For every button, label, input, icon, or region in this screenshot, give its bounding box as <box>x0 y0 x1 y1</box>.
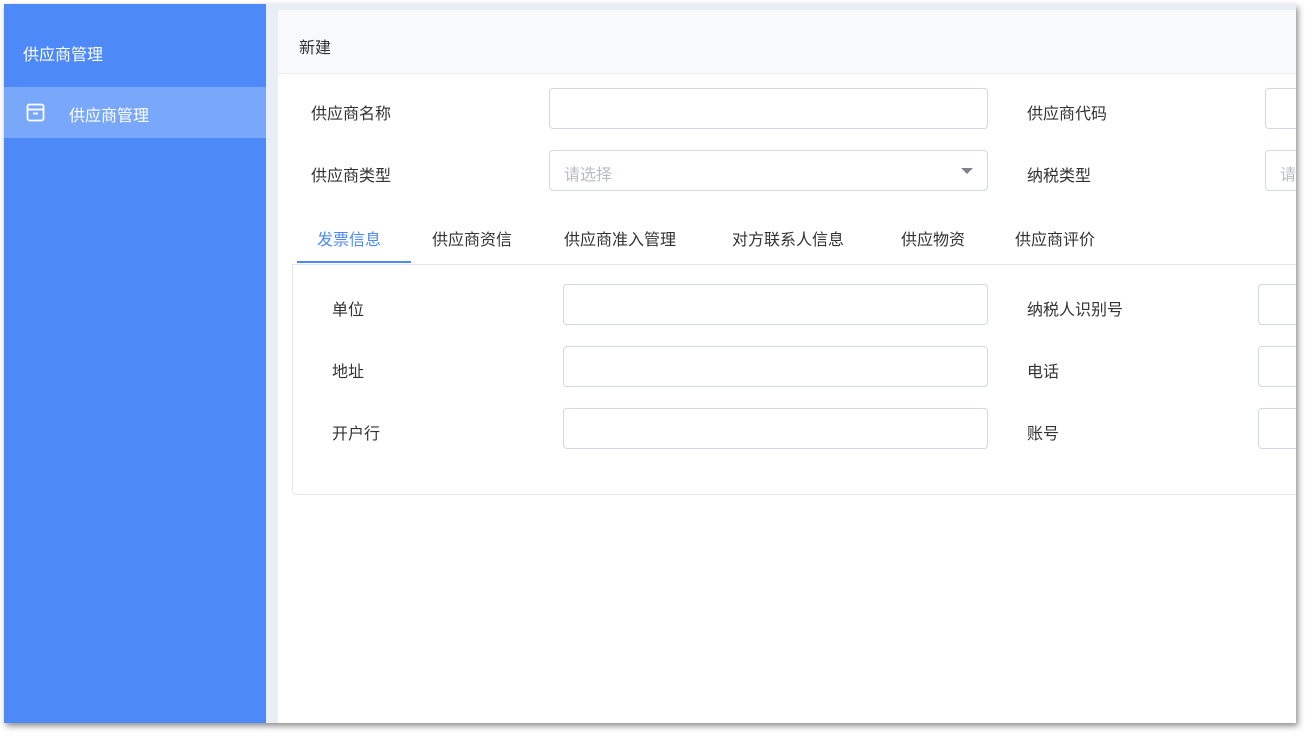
unit-label: 单位 <box>332 300 365 319</box>
sidebar-item-label: 供应商管理 <box>69 106 150 125</box>
tab-contact-info[interactable]: 对方联系人信息 <box>732 226 844 250</box>
supplier-type-select[interactable]: 请选择 <box>549 150 988 191</box>
archive-icon <box>26 103 45 122</box>
tab-bar: 发票信息 供应商资信 供应商准入管理 对方联系人信息 供应物资 供应商评价 <box>292 212 1296 265</box>
tax-type-label: 纳税类型 <box>1027 166 1092 185</box>
address-input[interactable] <box>563 346 988 387</box>
sidebar-title: 供应商管理 <box>23 45 104 64</box>
page-header: 新建 <box>278 10 1296 74</box>
caret-down-icon <box>961 168 973 174</box>
sidebar: 供应商管理 供应商管理 <box>4 4 266 723</box>
tab-invoice-info[interactable]: 发票信息 <box>317 226 381 250</box>
phone-input[interactable] <box>1258 346 1296 387</box>
bank-input[interactable] <box>563 408 988 449</box>
tax-type-select[interactable]: 请 <box>1265 150 1296 191</box>
supplier-name-input[interactable] <box>549 88 988 129</box>
supplier-type-label: 供应商类型 <box>311 166 392 185</box>
supplier-name-label: 供应商名称 <box>311 104 392 123</box>
app-window: 供应商管理 供应商管理 新建 供应商名称 供应商代码 供应商类型 请选择 纳税类… <box>4 4 1296 723</box>
phone-label: 电话 <box>1027 362 1060 381</box>
taxpayer-id-label: 纳税人识别号 <box>1027 300 1124 319</box>
unit-input[interactable] <box>563 284 988 325</box>
bank-label: 开户行 <box>332 424 381 443</box>
supplier-code-label: 供应商代码 <box>1027 104 1108 123</box>
supplier-code-input[interactable] <box>1265 88 1296 129</box>
tab-supplier-credit[interactable]: 供应商资信 <box>432 226 512 250</box>
page-title: 新建 <box>299 38 332 57</box>
account-input[interactable] <box>1258 408 1296 449</box>
tab-supplier-evaluation[interactable]: 供应商评价 <box>1015 226 1095 250</box>
tax-type-placeholder: 请 <box>1280 165 1296 184</box>
active-tab-indicator <box>297 261 411 263</box>
account-label: 账号 <box>1027 424 1060 443</box>
main-panel: 新建 供应商名称 供应商代码 供应商类型 请选择 纳税类型 请 发票信息 供应商… <box>278 10 1296 723</box>
address-label: 地址 <box>332 362 365 381</box>
sidebar-item-supplier-management[interactable]: 供应商管理 <box>4 87 266 138</box>
taxpayer-id-input[interactable] <box>1258 284 1296 325</box>
tab-supplied-materials[interactable]: 供应物资 <box>901 226 965 250</box>
tab-supplier-admission[interactable]: 供应商准入管理 <box>564 226 676 250</box>
supplier-type-placeholder: 请选择 <box>564 165 613 184</box>
